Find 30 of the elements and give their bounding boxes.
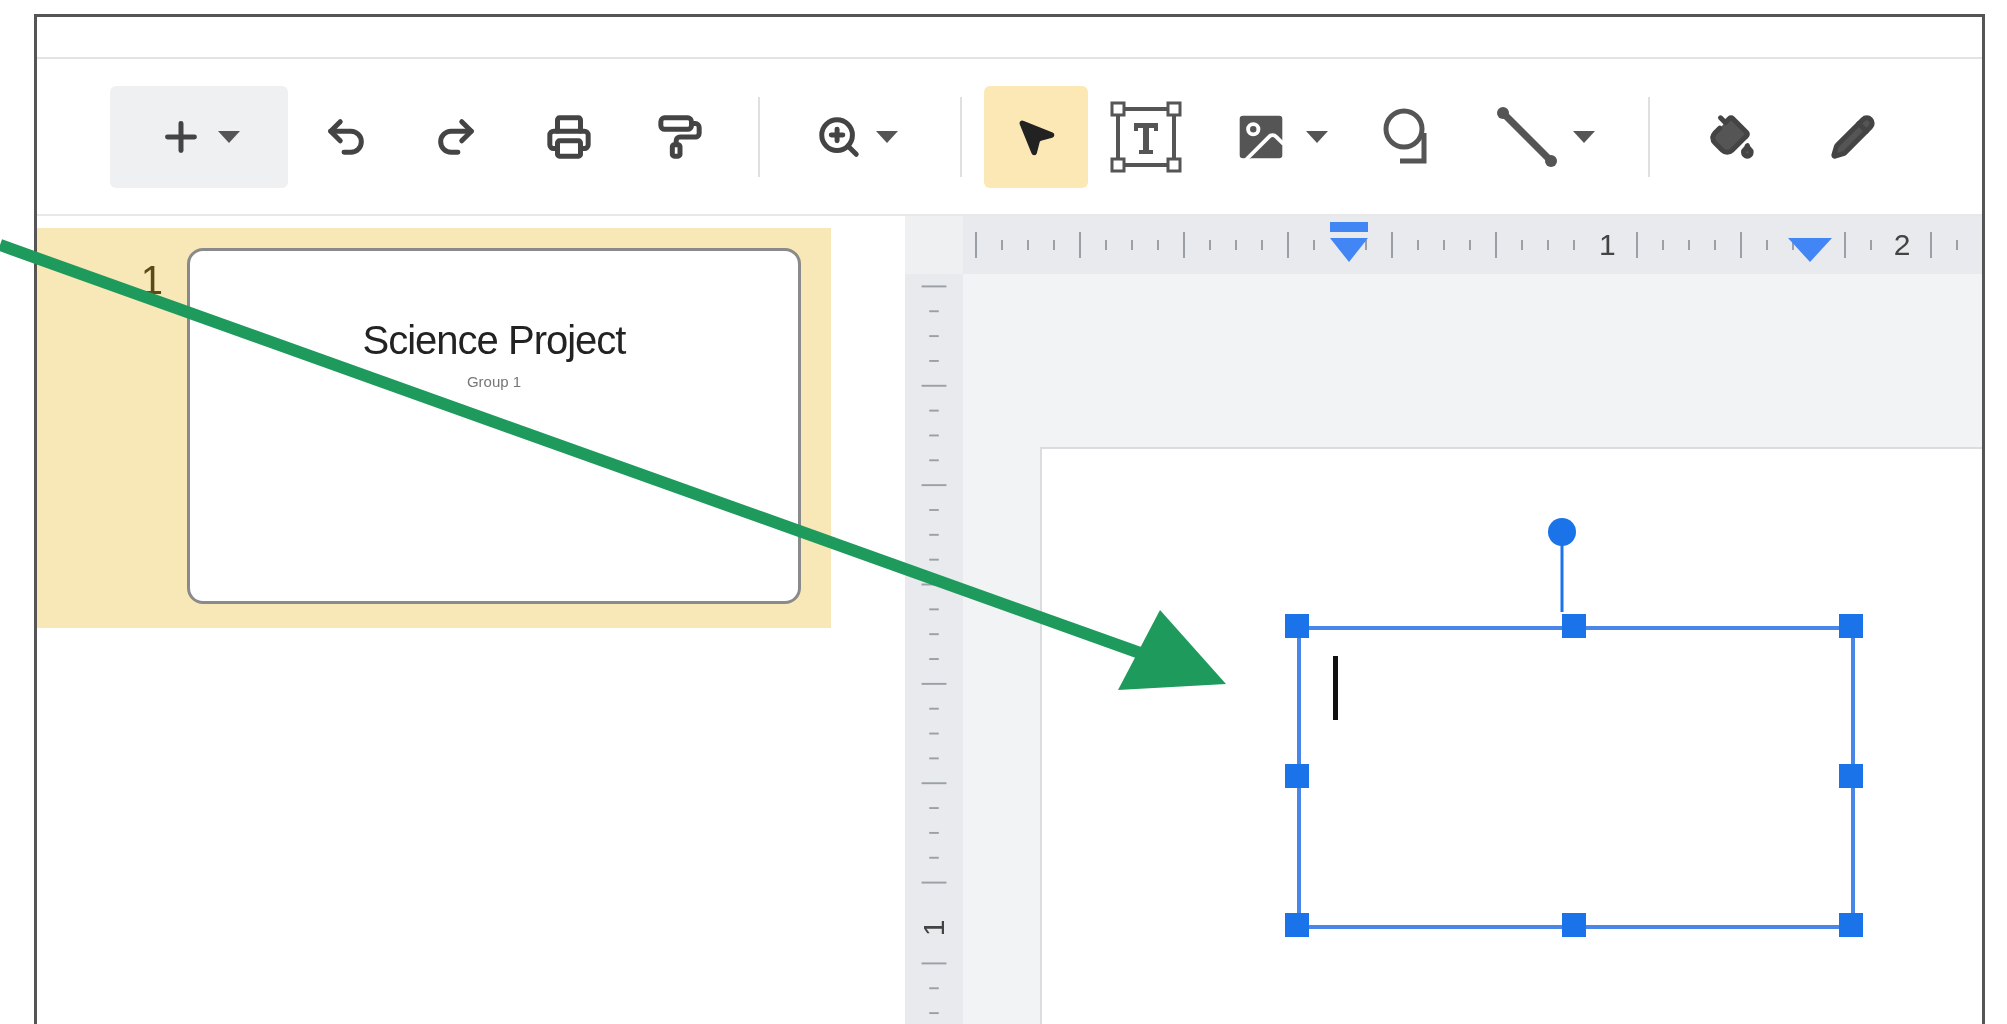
select-button[interactable] bbox=[984, 85, 1088, 188]
rotate-handle[interactable] bbox=[1546, 516, 1578, 612]
resize-handle[interactable] bbox=[1285, 913, 1309, 937]
print-icon bbox=[546, 113, 592, 160]
line-icon bbox=[1495, 104, 1559, 169]
caret-icon bbox=[1306, 130, 1328, 143]
indent-marker[interactable] bbox=[1788, 238, 1832, 262]
text-cursor bbox=[1333, 656, 1338, 720]
caret-icon bbox=[876, 130, 898, 143]
resize-handle[interactable] bbox=[1562, 614, 1586, 638]
slide-title: Science Project bbox=[362, 317, 626, 363]
ruler-number: 1 bbox=[1598, 228, 1617, 262]
paint-roller-icon bbox=[657, 113, 703, 160]
slide-subtitle: Group 1 bbox=[466, 372, 522, 390]
ruler-number: 1 bbox=[917, 919, 951, 936]
ruler-number: 2 bbox=[1892, 228, 1912, 262]
caret-icon bbox=[1573, 130, 1595, 143]
indent-marker[interactable] bbox=[1328, 222, 1370, 264]
resize-handle[interactable] bbox=[1285, 614, 1309, 638]
paint-bucket-icon bbox=[1709, 113, 1755, 160]
new-slide-button[interactable] bbox=[110, 85, 288, 188]
slide-thumbnail[interactable]: Science Project Group 1 bbox=[187, 248, 801, 604]
resize-handle[interactable] bbox=[1562, 913, 1586, 937]
text-box-icon bbox=[1110, 100, 1182, 173]
resize-handle[interactable] bbox=[1285, 763, 1309, 788]
resize-handle[interactable] bbox=[1839, 614, 1863, 638]
resize-handle[interactable] bbox=[1839, 763, 1863, 788]
caret-icon bbox=[218, 130, 240, 143]
resize-handle[interactable] bbox=[1839, 913, 1863, 937]
pencil-icon bbox=[1830, 113, 1876, 160]
